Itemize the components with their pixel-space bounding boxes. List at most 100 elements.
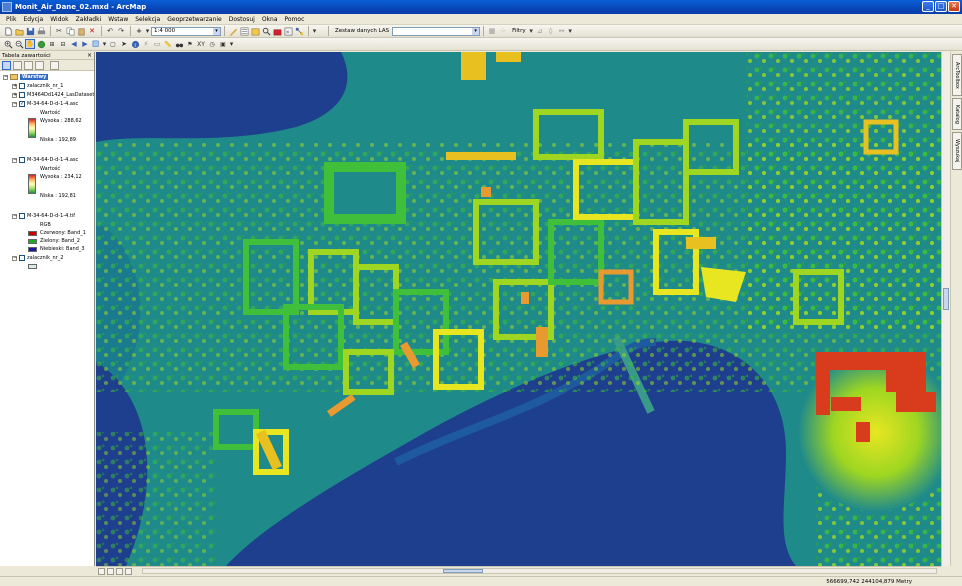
- add-data-icon[interactable]: +: [134, 26, 144, 36]
- refresh-view-icon[interactable]: [116, 567, 123, 575]
- chevron-down-icon[interactable]: ▾: [472, 27, 480, 35]
- print-icon[interactable]: [36, 26, 46, 36]
- collapse-icon[interactable]: −: [3, 74, 8, 80]
- layer-group-row[interactable]: − Warstwy: [3, 74, 49, 80]
- add-data-dropdown-icon[interactable]: ▾: [145, 26, 150, 36]
- layer-row[interactable]: − M-34-64-D-d-1-4.tif: [12, 213, 75, 219]
- search-window-icon[interactable]: [261, 26, 271, 36]
- layer-row[interactable]: + M3464Dd1424_LasDataset: [12, 92, 94, 98]
- layer-group-label[interactable]: Warstwy: [20, 74, 49, 80]
- zoom-out-icon[interactable]: [14, 39, 24, 49]
- menu-plik[interactable]: Plik: [6, 16, 16, 23]
- layer-row[interactable]: − M-34-64-D-d-1-4.asc: [12, 157, 78, 163]
- arctoolbox-icon[interactable]: [272, 26, 282, 36]
- undo-icon[interactable]: ↶: [105, 26, 115, 36]
- tab-arctoolbox[interactable]: ArcToolbox: [952, 54, 962, 96]
- layer-row[interactable]: − zalacznik_nr_2: [12, 255, 63, 261]
- layer-name[interactable]: M-34-64-D-d-1-4.asc: [27, 157, 78, 163]
- collapse-icon[interactable]: −: [12, 255, 17, 261]
- pause-drawing-icon[interactable]: [125, 567, 132, 575]
- map-scale-combo[interactable]: 1:4 000 ▾: [151, 26, 221, 36]
- menu-okna[interactable]: Okna: [262, 16, 278, 23]
- pan-icon[interactable]: ✋: [25, 39, 35, 49]
- full-extent-icon[interactable]: [36, 39, 46, 49]
- vertical-scrollbar[interactable]: [941, 52, 950, 566]
- las-3d-icon[interactable]: ◊: [546, 26, 556, 36]
- las-toolbar-options-icon[interactable]: ▾: [568, 26, 573, 36]
- select-features-icon[interactable]: [91, 39, 101, 49]
- go-to-xy-icon[interactable]: XY: [196, 39, 206, 49]
- menu-selekcja[interactable]: Selekcja: [135, 16, 160, 23]
- fixed-zoom-in-icon[interactable]: ⊞: [47, 39, 57, 49]
- horizontal-scroll-thumb[interactable]: [443, 569, 483, 573]
- maximize-button[interactable]: □: [935, 1, 947, 12]
- collapse-icon[interactable]: −: [12, 157, 17, 163]
- identify-icon[interactable]: i: [130, 39, 140, 49]
- menu-zakladki[interactable]: Zakładki: [76, 16, 102, 23]
- table-of-contents-icon[interactable]: [239, 26, 249, 36]
- catalog-window-icon[interactable]: [250, 26, 260, 36]
- map-display[interactable]: [96, 52, 941, 566]
- layer-name[interactable]: zalacznik_nr_2: [27, 255, 63, 261]
- delete-icon[interactable]: ✕: [87, 26, 97, 36]
- filters-label[interactable]: Filtry: [512, 28, 526, 34]
- measure-icon[interactable]: 📏: [163, 39, 173, 49]
- model-builder-icon[interactable]: [294, 26, 304, 36]
- toc-close-icon[interactable]: ×: [87, 52, 92, 59]
- layer-visibility-checkbox[interactable]: ✓: [19, 101, 25, 107]
- zoom-in-icon[interactable]: [3, 39, 13, 49]
- las-measure-icon[interactable]: ↔: [557, 26, 567, 36]
- layer-row[interactable]: + zalacznik_nr_1: [12, 83, 63, 89]
- python-window-icon[interactable]: >: [283, 26, 293, 36]
- layer-row[interactable]: − ✓ M-34-64-D-d-1-4.asc: [12, 101, 78, 107]
- cut-icon[interactable]: ✂: [54, 26, 64, 36]
- layer-visibility-checkbox[interactable]: [19, 157, 25, 163]
- save-icon[interactable]: [25, 26, 35, 36]
- next-extent-icon[interactable]: ▶: [80, 39, 90, 49]
- redo-icon[interactable]: ↷: [116, 26, 126, 36]
- chevron-down-icon[interactable]: ▾: [529, 26, 534, 36]
- menu-edycja[interactable]: Edycja: [23, 16, 43, 23]
- tab-katalog[interactable]: Katalog: [952, 98, 962, 130]
- collapse-icon[interactable]: −: [12, 101, 17, 107]
- horizontal-scrollbar[interactable]: [142, 568, 937, 574]
- list-by-visibility-icon[interactable]: [24, 60, 33, 70]
- vertical-scroll-thumb[interactable]: [943, 288, 949, 310]
- close-button[interactable]: ✕: [948, 1, 960, 12]
- menu-pomoc[interactable]: Pomoc: [285, 16, 305, 23]
- layer-visibility-checkbox[interactable]: [19, 255, 25, 261]
- layout-view-icon[interactable]: [107, 567, 114, 575]
- new-document-icon[interactable]: [3, 26, 13, 36]
- tools-options-icon[interactable]: ▾: [229, 39, 234, 49]
- clear-selection-icon[interactable]: ▢: [108, 39, 118, 49]
- hyperlink-icon[interactable]: ⚡: [141, 39, 151, 49]
- las-profile-icon[interactable]: ⊿: [535, 26, 545, 36]
- menu-geoprzetwarzanie[interactable]: Geoprzetwarzanie: [167, 16, 222, 23]
- las-surface-icon[interactable]: ▦: [487, 26, 497, 36]
- html-popup-icon[interactable]: ▭: [152, 39, 162, 49]
- minimize-button[interactable]: _: [922, 1, 934, 12]
- toc-options-icon[interactable]: [50, 60, 59, 70]
- select-elements-icon[interactable]: ➤: [119, 39, 129, 49]
- expand-icon[interactable]: +: [12, 83, 17, 89]
- layer-visibility-checkbox[interactable]: [19, 83, 25, 89]
- layer-visibility-checkbox[interactable]: [19, 213, 25, 219]
- las-dataset-combo[interactable]: ▾: [392, 26, 481, 36]
- menu-widok[interactable]: Widok: [50, 16, 68, 23]
- find-icon[interactable]: [174, 39, 184, 49]
- copy-icon[interactable]: [65, 26, 75, 36]
- open-folder-icon[interactable]: [14, 26, 24, 36]
- fixed-zoom-out-icon[interactable]: ⊟: [58, 39, 68, 49]
- menu-dostosuj[interactable]: Dostosuj: [229, 16, 255, 23]
- list-by-selection-icon[interactable]: [35, 60, 44, 70]
- time-slider-icon[interactable]: ◷: [207, 39, 217, 49]
- paste-icon[interactable]: [76, 26, 86, 36]
- layer-name[interactable]: M3464Dd1424_LasDataset: [27, 92, 94, 98]
- previous-extent-icon[interactable]: ◀: [69, 39, 79, 49]
- las-points-icon[interactable]: ⁘: [498, 26, 508, 36]
- find-route-icon[interactable]: ⚑: [185, 39, 195, 49]
- chevron-down-icon[interactable]: ▾: [213, 27, 220, 35]
- layer-visibility-checkbox[interactable]: [19, 92, 25, 98]
- select-dropdown-icon[interactable]: ▾: [102, 39, 107, 49]
- layer-name[interactable]: M-34-64-D-d-1-4.asc: [27, 101, 78, 107]
